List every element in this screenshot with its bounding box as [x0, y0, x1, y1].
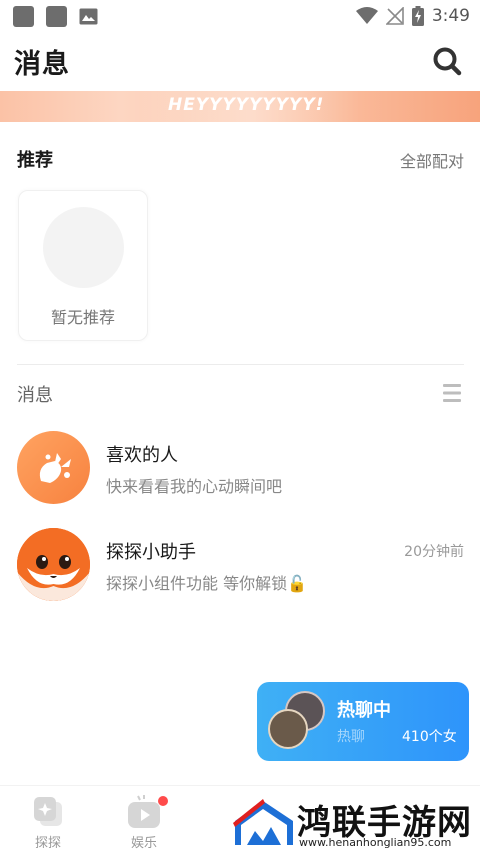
tab-label: 探探 [34, 836, 61, 851]
contact-name: 探探小助手 [106, 542, 196, 563]
recommend-title: 推荐 [17, 150, 53, 171]
wifi-icon [355, 7, 378, 24]
status-bar: 3:49 [0, 0, 480, 32]
section-divider [17, 364, 464, 365]
hot-chat-count: 410个女 [402, 729, 457, 745]
site-watermark: 鸿联手游网 www.henanhonglian95.com [231, 793, 480, 853]
notification-badge [158, 796, 168, 806]
fox-mascot-icon [17, 528, 90, 601]
tab-label: 娱乐 [130, 836, 157, 851]
no-signal-icon [385, 7, 404, 25]
list-item-liked-people[interactable]: 喜欢的人 快来看看我的心动瞬间吧 [0, 431, 480, 521]
tab-tantan[interactable]: 探探 [18, 794, 78, 852]
clock: 3:49 [431, 6, 470, 26]
message-preview: 快来看看我的心动瞬间吧 [106, 477, 283, 496]
watermark-url: www.henanhonglian95.com [299, 836, 452, 849]
heart-burst-icon [17, 431, 90, 504]
hot-chat-card[interactable]: 热聊中 热聊 410个女 [257, 682, 469, 761]
app-notification-icon [46, 6, 67, 27]
cards-icon [34, 797, 62, 826]
tab-entertainment[interactable]: 娱乐 [114, 794, 174, 852]
page-title: 消息 [14, 49, 70, 80]
hot-chat-title: 热聊中 [337, 700, 391, 721]
hot-chat-avatar [268, 709, 308, 749]
list-item-tantan-assistant[interactable]: 探探小助手 20分钟前 探探小组件功能 等你解锁🔓 [0, 528, 480, 618]
image-icon [79, 8, 98, 25]
all-matches-link[interactable]: 全部配对 [400, 148, 464, 172]
banner-text: HEYYYYYYYYY! [168, 95, 325, 115]
search-icon[interactable] [432, 46, 462, 76]
no-recommend-label: 暂无推荐 [50, 308, 115, 327]
list-menu-icon[interactable] [443, 383, 461, 403]
message-preview: 探探小组件功能 等你解锁🔓 [106, 574, 308, 593]
recommend-empty-card: 暂无推荐 [18, 190, 148, 341]
app-notification-icon [13, 6, 34, 27]
contact-name: 喜欢的人 [106, 445, 178, 466]
status-icons: 3:49 [355, 4, 470, 28]
app-header: 消息 [0, 32, 480, 90]
message-time: 20分钟前 [404, 544, 464, 560]
placeholder-avatar [43, 207, 124, 288]
battery-charging-icon [411, 6, 424, 26]
watermark-logo [233, 799, 293, 845]
messages-section-title: 消息 [17, 385, 53, 406]
promo-banner[interactable]: HEYYYYYYYYY! [0, 91, 480, 122]
hot-chat-subtitle: 热聊 [337, 729, 365, 745]
